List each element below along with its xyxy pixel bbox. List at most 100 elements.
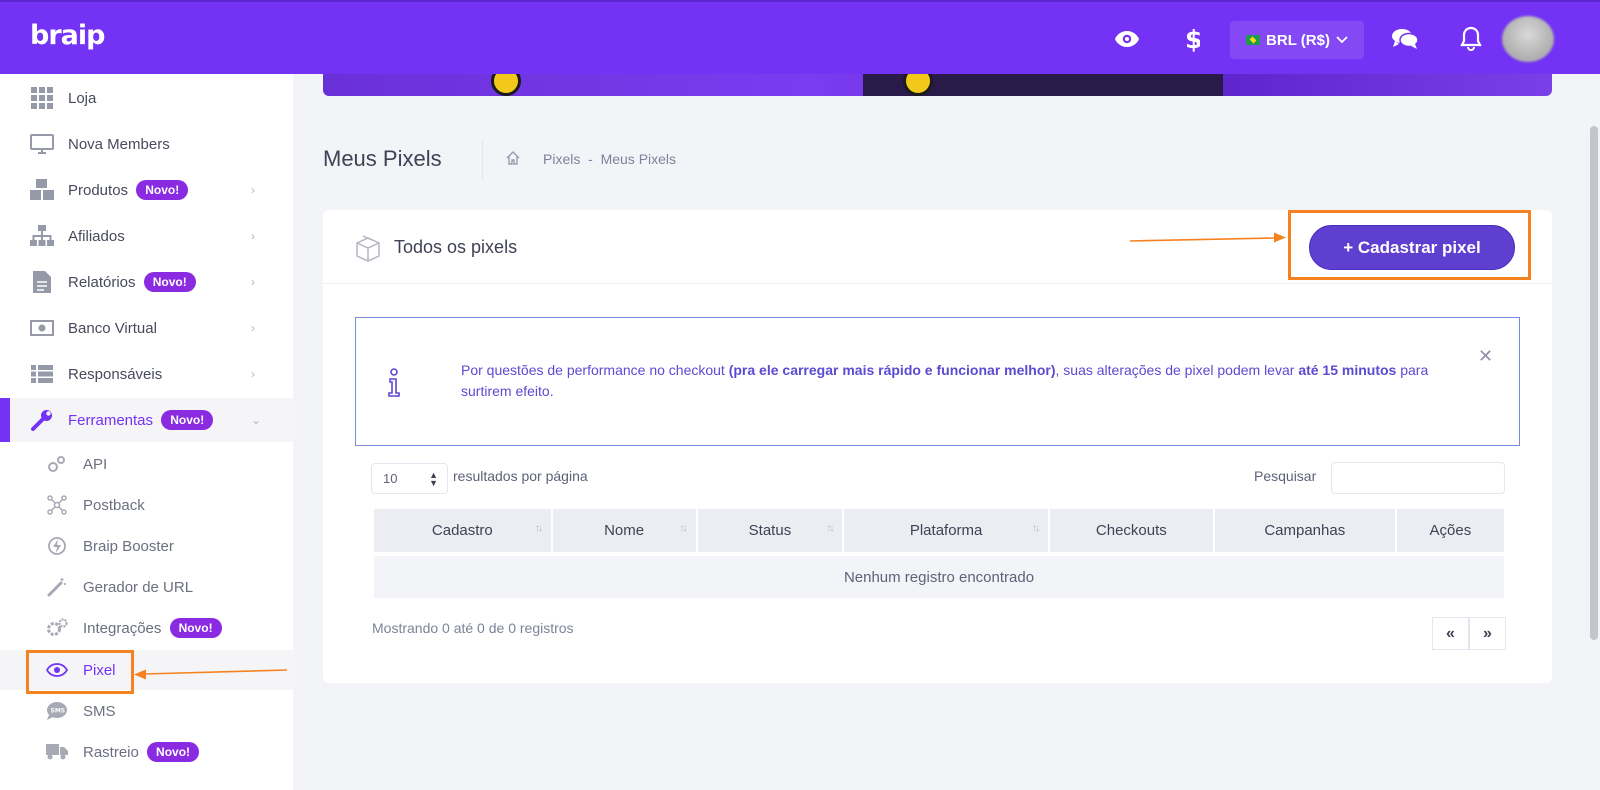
sidebar-subitem-label: SMS [83, 702, 116, 720]
empty-table-message: Nenhum registro encontrado [374, 552, 1504, 598]
column-header-campanhas: Campanhas [1214, 509, 1395, 552]
sidebar-item-label: Nova Members [68, 135, 170, 153]
user-avatar[interactable] [1502, 16, 1554, 62]
performance-alert: Por questões de performance no checkout … [355, 317, 1520, 446]
boxes-icon [30, 179, 54, 201]
sidebar-item-label: Responsáveis [68, 365, 163, 383]
chevron-right-icon: › [251, 183, 255, 197]
card-title: Todos os pixels [394, 237, 518, 257]
money-icon [30, 317, 54, 339]
braip-logo[interactable]: braip [30, 20, 105, 51]
box-icon [353, 234, 383, 267]
eye-icon[interactable] [1112, 24, 1142, 54]
table-info: Mostrando 0 até 0 de 0 registros [372, 620, 574, 636]
cogs-icon [46, 618, 68, 638]
wrench-icon [30, 409, 54, 431]
sidebar-item-label: Loja [68, 89, 97, 107]
gears-icon [46, 454, 68, 474]
arrow-to-pixel [134, 669, 287, 680]
next-page-button[interactable]: » [1469, 617, 1506, 650]
bell-icon[interactable] [1456, 24, 1486, 54]
sidebar-subitem-integracoes[interactable]: Integrações Novo! [0, 608, 293, 648]
sidebar-subitem-braip-booster[interactable]: Braip Booster [0, 526, 293, 566]
column-header-plataforma[interactable]: Plataforma ↑↓ [844, 509, 1048, 552]
monitor-icon [30, 133, 54, 155]
table-row: Nenhum registro encontrado [374, 552, 1504, 598]
truck-icon [46, 742, 68, 762]
currency-label: BRL (R$) [1266, 31, 1330, 49]
chat-icon[interactable] [1390, 24, 1420, 54]
column-header-status[interactable]: Status ↑↓ [697, 509, 843, 552]
sidebar-item-produtos[interactable]: Produtos Novo! › [0, 168, 293, 212]
add-pixel-button[interactable]: + Cadastrar pixel [1309, 225, 1515, 270]
info-icon [387, 368, 401, 403]
svg-text:$: $ [1185, 26, 1200, 52]
top-navbar: braip $ BRL (R$) [0, 0, 1600, 74]
network-icon [46, 495, 68, 515]
sitemap-icon [30, 225, 54, 247]
breadcrumb[interactable]: Pixels - Meus Pixels [543, 151, 676, 167]
sidebar-item-relatorios[interactable]: Relatórios Novo! › [0, 260, 293, 304]
promo-banner[interactable] [323, 74, 1552, 96]
search-input[interactable] [1331, 462, 1505, 494]
pixel-highlight-box [26, 650, 134, 694]
sidebar-item-ferramentas[interactable]: Ferramentas Novo! ⌄ [0, 398, 293, 442]
sidebar-item-afiliados[interactable]: Afiliados › [0, 214, 293, 258]
table-header-row: Cadastro ↑↓ Nome ↑↓ Status ↑↓ Plataforma ↑↓ … [374, 509, 1504, 552]
chevron-right-icon: › [251, 321, 255, 335]
currency-selector[interactable]: BRL (R$) [1230, 21, 1364, 59]
pixels-card: Todos os pixels [323, 210, 1552, 683]
sidebar-item-nova-members[interactable]: Nova Members [0, 122, 293, 166]
sidebar-item-label: Banco Virtual [68, 319, 157, 337]
document-icon [30, 271, 54, 293]
sidebar-subitem-gerador-url[interactable]: Gerador de URL [0, 567, 293, 607]
sidebar-item-label: Produtos [68, 182, 129, 199]
sms-bubble-icon: SMS [46, 701, 68, 721]
new-badge: Novo! [143, 272, 196, 292]
home-icon[interactable] [505, 150, 521, 171]
page-length-label: resultados por página [453, 468, 588, 484]
grid-icon [30, 87, 54, 109]
bolt-icon [46, 536, 68, 556]
page-title: Meus Pixels [323, 146, 442, 171]
sidebar-subitem-label: Gerador de URL [83, 578, 194, 596]
sidebar-item-banco-virtual[interactable]: Banco Virtual › [0, 306, 293, 350]
sort-icon: ↑↓ [534, 523, 543, 534]
scrollbar-thumb[interactable] [1590, 126, 1598, 640]
sidebar-subitem-rastreio[interactable]: Rastreio Novo! [0, 732, 293, 772]
close-icon[interactable]: ✕ [1478, 346, 1493, 367]
previous-page-button[interactable]: « [1432, 617, 1469, 650]
column-header-checkouts: Checkouts [1049, 509, 1213, 552]
brazil-flag-icon [1246, 35, 1261, 45]
chevron-right-icon: › [251, 229, 255, 243]
page-length-select[interactable]: 10 ▲ ▼ [371, 463, 448, 494]
select-arrows-icon: ▲ ▼ [429, 470, 438, 488]
sort-icon: ↑↓ [679, 523, 688, 534]
new-badge: Novo! [147, 742, 200, 762]
list-icon [30, 363, 54, 385]
title-divider [482, 140, 483, 180]
sidebar-subitem-label: Rastreio [83, 744, 139, 761]
new-badge: Novo! [136, 180, 189, 200]
chevron-right-icon: › [251, 367, 255, 381]
dollar-icon[interactable]: $ [1177, 24, 1207, 54]
sidebar-subitem-sms[interactable]: SMS SMS [0, 691, 293, 731]
sidebar-subitem-api[interactable]: API [0, 444, 293, 484]
sidebar-subitem-postback[interactable]: Postback [0, 485, 293, 525]
sort-icon: ↑↓ [1031, 523, 1040, 534]
arrow-to-add-button [1130, 232, 1286, 243]
sidebar-subitem-label: Integrações [83, 620, 162, 637]
svg-text:SMS: SMS [51, 708, 66, 715]
sidebar-item-label: Ferramentas [68, 412, 154, 429]
column-header-acoes: Ações [1396, 509, 1504, 552]
sidebar-item-responsaveis[interactable]: Responsáveis › [0, 352, 293, 396]
sidebar-subitem-label: Postback [83, 496, 145, 514]
column-header-nome[interactable]: Nome ↑↓ [552, 509, 696, 552]
column-header-cadastro[interactable]: Cadastro ↑↓ [374, 509, 551, 552]
chevron-right-icon: › [251, 275, 255, 289]
chevron-down-icon [1336, 36, 1348, 44]
new-badge: Novo! [161, 410, 214, 430]
magic-wand-icon [46, 577, 68, 597]
sidebar-item-loja[interactable]: Loja [0, 76, 293, 120]
sidebar-subitem-label: Braip Booster [83, 537, 174, 555]
